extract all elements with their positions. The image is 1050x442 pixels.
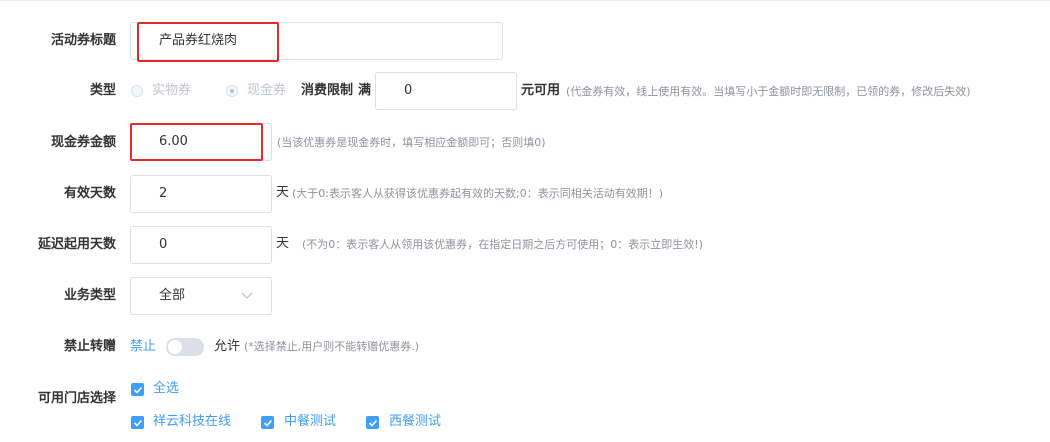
delay-days-label: 延迟起用天数 [37, 237, 116, 252]
store-label-2[interactable]: 中餐测试 [284, 414, 336, 430]
chevron-down-icon [241, 278, 253, 329]
check-icon [133, 386, 143, 394]
store-checkbox-2[interactable] [261, 416, 274, 429]
select-all-label[interactable]: 全选 [153, 381, 179, 397]
business-type-value: 全部 [159, 288, 186, 303]
limit-prefix: 满 [358, 83, 372, 98]
business-type-select[interactable]: 全部 [130, 277, 272, 315]
delay-days-hint: (不为0：表示客人从领用该优惠券，在指定日期之后方可使用；0：表示立即生效!) [302, 238, 703, 251]
switch-knob [168, 340, 182, 354]
limit-suffix: 元可用 [521, 83, 561, 98]
valid-days-hint: (大于0:表示客人从获得该优惠券起有效的天数;0：表示同相关活动有效期！) [292, 187, 663, 200]
transfer-label: 禁止转赠 [63, 339, 116, 354]
coupon-form: 活动券标题 产品券红烧肉 类型 实物券 现金券 消费限制 满 0 元可用 (代金… [0, 0, 1050, 442]
transfer-switch[interactable] [166, 338, 204, 356]
store-checkbox-1[interactable] [131, 416, 144, 429]
stores-label: 可用门店选择 [37, 391, 116, 406]
check-icon [133, 419, 143, 427]
limit-hint: (代金券有效，线上使用有效。当填写小于金额时即无限制，已领的券，修改后失效) [566, 85, 971, 98]
limit-input[interactable]: 0 [375, 72, 517, 110]
title-input[interactable]: 产品券红烧肉 [130, 22, 503, 60]
check-icon [263, 419, 273, 427]
amount-label: 现金券金额 [50, 135, 116, 150]
valid-days-label: 有效天数 [63, 186, 116, 201]
amount-input[interactable]: 6.00 [130, 123, 272, 161]
business-type-label: 业务类型 [63, 288, 116, 303]
radio-physical[interactable] [131, 85, 143, 97]
type-label: 类型 [89, 83, 116, 98]
transfer-on-label[interactable]: 允许 [214, 339, 240, 355]
transfer-off-label[interactable]: 禁止 [130, 339, 156, 355]
valid-days-input[interactable]: 2 [130, 175, 272, 213]
delay-days-input[interactable]: 0 [130, 226, 272, 264]
radio-physical-label: 实物券 [152, 83, 192, 98]
radio-cash[interactable] [226, 85, 238, 97]
store-checkbox-3[interactable] [366, 416, 379, 429]
amount-hint: (当该优惠券是现金券时，填写相应金额即可；否则填0) [277, 136, 546, 149]
delay-days-unit: 天 [276, 236, 290, 251]
transfer-hint: (*选择禁止,用户则不能转赠优惠券.) [244, 340, 420, 353]
valid-days-unit: 天 [276, 185, 290, 200]
check-icon [368, 419, 378, 427]
store-label-3[interactable]: 西餐测试 [389, 414, 441, 430]
limit-label: 消费限制 [301, 83, 354, 98]
radio-cash-label: 现金券 [247, 83, 287, 98]
select-all-checkbox[interactable] [131, 383, 144, 396]
store-label-1[interactable]: 祥云科技在线 [153, 414, 231, 430]
title-label: 活动券标题 [50, 33, 116, 48]
